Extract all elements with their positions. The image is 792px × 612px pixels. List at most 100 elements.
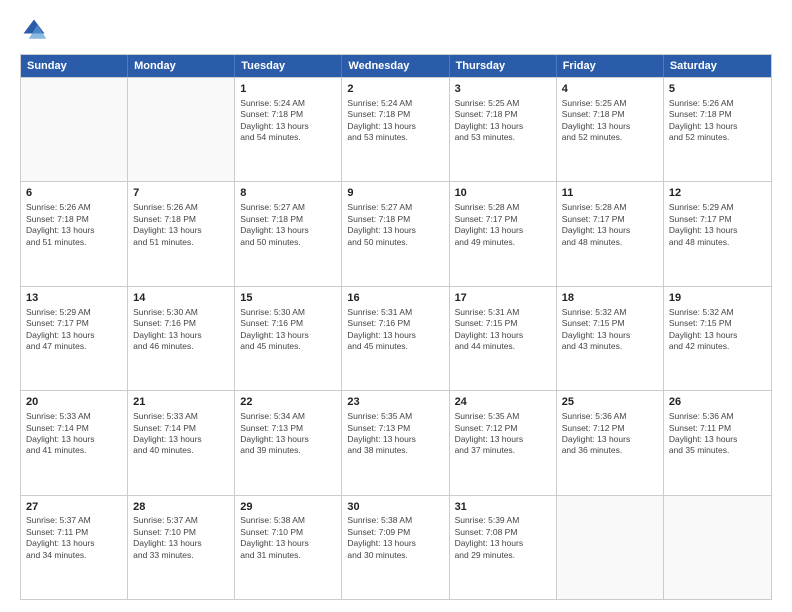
calendar-header: SundayMondayTuesdayWednesdayThursdayFrid… (21, 55, 771, 77)
cell-info: Sunrise: 5:24 AM Sunset: 7:18 PM Dayligh… (347, 98, 443, 144)
cell-info: Sunrise: 5:26 AM Sunset: 7:18 PM Dayligh… (669, 98, 766, 144)
day-number: 5 (669, 82, 766, 97)
day-number: 2 (347, 82, 443, 97)
day-number: 8 (240, 186, 336, 201)
cell-info: Sunrise: 5:27 AM Sunset: 7:18 PM Dayligh… (240, 202, 336, 248)
day-number: 19 (669, 291, 766, 306)
cell-info: Sunrise: 5:29 AM Sunset: 7:17 PM Dayligh… (26, 307, 122, 353)
calendar-cell: 2Sunrise: 5:24 AM Sunset: 7:18 PM Daylig… (342, 78, 449, 181)
calendar-cell: 27Sunrise: 5:37 AM Sunset: 7:11 PM Dayli… (21, 496, 128, 599)
calendar-cell: 15Sunrise: 5:30 AM Sunset: 7:16 PM Dayli… (235, 287, 342, 390)
day-number: 29 (240, 500, 336, 515)
calendar-cell (664, 496, 771, 599)
calendar-cell: 26Sunrise: 5:36 AM Sunset: 7:11 PM Dayli… (664, 391, 771, 494)
cell-info: Sunrise: 5:34 AM Sunset: 7:13 PM Dayligh… (240, 411, 336, 457)
cell-info: Sunrise: 5:30 AM Sunset: 7:16 PM Dayligh… (133, 307, 229, 353)
cell-info: Sunrise: 5:37 AM Sunset: 7:11 PM Dayligh… (26, 515, 122, 561)
weekday-header: Sunday (21, 55, 128, 77)
page: SundayMondayTuesdayWednesdayThursdayFrid… (0, 0, 792, 612)
calendar-cell: 3Sunrise: 5:25 AM Sunset: 7:18 PM Daylig… (450, 78, 557, 181)
cell-info: Sunrise: 5:24 AM Sunset: 7:18 PM Dayligh… (240, 98, 336, 144)
day-number: 27 (26, 500, 122, 515)
calendar-cell: 8Sunrise: 5:27 AM Sunset: 7:18 PM Daylig… (235, 182, 342, 285)
calendar-cell: 22Sunrise: 5:34 AM Sunset: 7:13 PM Dayli… (235, 391, 342, 494)
logo (20, 16, 52, 44)
cell-info: Sunrise: 5:39 AM Sunset: 7:08 PM Dayligh… (455, 515, 551, 561)
day-number: 11 (562, 186, 658, 201)
calendar-cell (21, 78, 128, 181)
day-number: 24 (455, 395, 551, 410)
cell-info: Sunrise: 5:30 AM Sunset: 7:16 PM Dayligh… (240, 307, 336, 353)
cell-info: Sunrise: 5:29 AM Sunset: 7:17 PM Dayligh… (669, 202, 766, 248)
weekday-header: Monday (128, 55, 235, 77)
cell-info: Sunrise: 5:25 AM Sunset: 7:18 PM Dayligh… (562, 98, 658, 144)
calendar-cell (128, 78, 235, 181)
cell-info: Sunrise: 5:26 AM Sunset: 7:18 PM Dayligh… (26, 202, 122, 248)
calendar-week-row: 1Sunrise: 5:24 AM Sunset: 7:18 PM Daylig… (21, 77, 771, 181)
cell-info: Sunrise: 5:37 AM Sunset: 7:10 PM Dayligh… (133, 515, 229, 561)
calendar-cell: 31Sunrise: 5:39 AM Sunset: 7:08 PM Dayli… (450, 496, 557, 599)
cell-info: Sunrise: 5:36 AM Sunset: 7:11 PM Dayligh… (669, 411, 766, 457)
logo-icon (20, 16, 48, 44)
day-number: 1 (240, 82, 336, 97)
day-number: 6 (26, 186, 122, 201)
cell-info: Sunrise: 5:31 AM Sunset: 7:15 PM Dayligh… (455, 307, 551, 353)
cell-info: Sunrise: 5:28 AM Sunset: 7:17 PM Dayligh… (455, 202, 551, 248)
cell-info: Sunrise: 5:33 AM Sunset: 7:14 PM Dayligh… (133, 411, 229, 457)
calendar-cell: 11Sunrise: 5:28 AM Sunset: 7:17 PM Dayli… (557, 182, 664, 285)
day-number: 22 (240, 395, 336, 410)
day-number: 21 (133, 395, 229, 410)
cell-info: Sunrise: 5:27 AM Sunset: 7:18 PM Dayligh… (347, 202, 443, 248)
calendar-cell: 9Sunrise: 5:27 AM Sunset: 7:18 PM Daylig… (342, 182, 449, 285)
calendar-cell: 24Sunrise: 5:35 AM Sunset: 7:12 PM Dayli… (450, 391, 557, 494)
weekday-header: Tuesday (235, 55, 342, 77)
calendar: SundayMondayTuesdayWednesdayThursdayFrid… (20, 54, 772, 600)
weekday-header: Thursday (450, 55, 557, 77)
calendar-cell: 7Sunrise: 5:26 AM Sunset: 7:18 PM Daylig… (128, 182, 235, 285)
calendar-cell (557, 496, 664, 599)
calendar-cell: 30Sunrise: 5:38 AM Sunset: 7:09 PM Dayli… (342, 496, 449, 599)
calendar-cell: 6Sunrise: 5:26 AM Sunset: 7:18 PM Daylig… (21, 182, 128, 285)
header (20, 16, 772, 44)
day-number: 7 (133, 186, 229, 201)
calendar-week-row: 20Sunrise: 5:33 AM Sunset: 7:14 PM Dayli… (21, 390, 771, 494)
calendar-cell: 20Sunrise: 5:33 AM Sunset: 7:14 PM Dayli… (21, 391, 128, 494)
day-number: 14 (133, 291, 229, 306)
calendar-cell: 4Sunrise: 5:25 AM Sunset: 7:18 PM Daylig… (557, 78, 664, 181)
calendar-cell: 17Sunrise: 5:31 AM Sunset: 7:15 PM Dayli… (450, 287, 557, 390)
calendar-cell: 23Sunrise: 5:35 AM Sunset: 7:13 PM Dayli… (342, 391, 449, 494)
calendar-week-row: 6Sunrise: 5:26 AM Sunset: 7:18 PM Daylig… (21, 181, 771, 285)
day-number: 3 (455, 82, 551, 97)
calendar-cell: 5Sunrise: 5:26 AM Sunset: 7:18 PM Daylig… (664, 78, 771, 181)
calendar-cell: 29Sunrise: 5:38 AM Sunset: 7:10 PM Dayli… (235, 496, 342, 599)
cell-info: Sunrise: 5:38 AM Sunset: 7:09 PM Dayligh… (347, 515, 443, 561)
calendar-cell: 19Sunrise: 5:32 AM Sunset: 7:15 PM Dayli… (664, 287, 771, 390)
day-number: 31 (455, 500, 551, 515)
weekday-header: Wednesday (342, 55, 449, 77)
day-number: 13 (26, 291, 122, 306)
day-number: 25 (562, 395, 658, 410)
day-number: 30 (347, 500, 443, 515)
day-number: 17 (455, 291, 551, 306)
cell-info: Sunrise: 5:28 AM Sunset: 7:17 PM Dayligh… (562, 202, 658, 248)
calendar-cell: 1Sunrise: 5:24 AM Sunset: 7:18 PM Daylig… (235, 78, 342, 181)
calendar-cell: 14Sunrise: 5:30 AM Sunset: 7:16 PM Dayli… (128, 287, 235, 390)
calendar-cell: 18Sunrise: 5:32 AM Sunset: 7:15 PM Dayli… (557, 287, 664, 390)
cell-info: Sunrise: 5:35 AM Sunset: 7:12 PM Dayligh… (455, 411, 551, 457)
calendar-cell: 16Sunrise: 5:31 AM Sunset: 7:16 PM Dayli… (342, 287, 449, 390)
day-number: 15 (240, 291, 336, 306)
day-number: 4 (562, 82, 658, 97)
calendar-cell: 25Sunrise: 5:36 AM Sunset: 7:12 PM Dayli… (557, 391, 664, 494)
day-number: 26 (669, 395, 766, 410)
weekday-header: Saturday (664, 55, 771, 77)
day-number: 20 (26, 395, 122, 410)
calendar-body: 1Sunrise: 5:24 AM Sunset: 7:18 PM Daylig… (21, 77, 771, 599)
cell-info: Sunrise: 5:32 AM Sunset: 7:15 PM Dayligh… (562, 307, 658, 353)
day-number: 28 (133, 500, 229, 515)
cell-info: Sunrise: 5:32 AM Sunset: 7:15 PM Dayligh… (669, 307, 766, 353)
day-number: 16 (347, 291, 443, 306)
day-number: 12 (669, 186, 766, 201)
day-number: 23 (347, 395, 443, 410)
cell-info: Sunrise: 5:33 AM Sunset: 7:14 PM Dayligh… (26, 411, 122, 457)
cell-info: Sunrise: 5:26 AM Sunset: 7:18 PM Dayligh… (133, 202, 229, 248)
